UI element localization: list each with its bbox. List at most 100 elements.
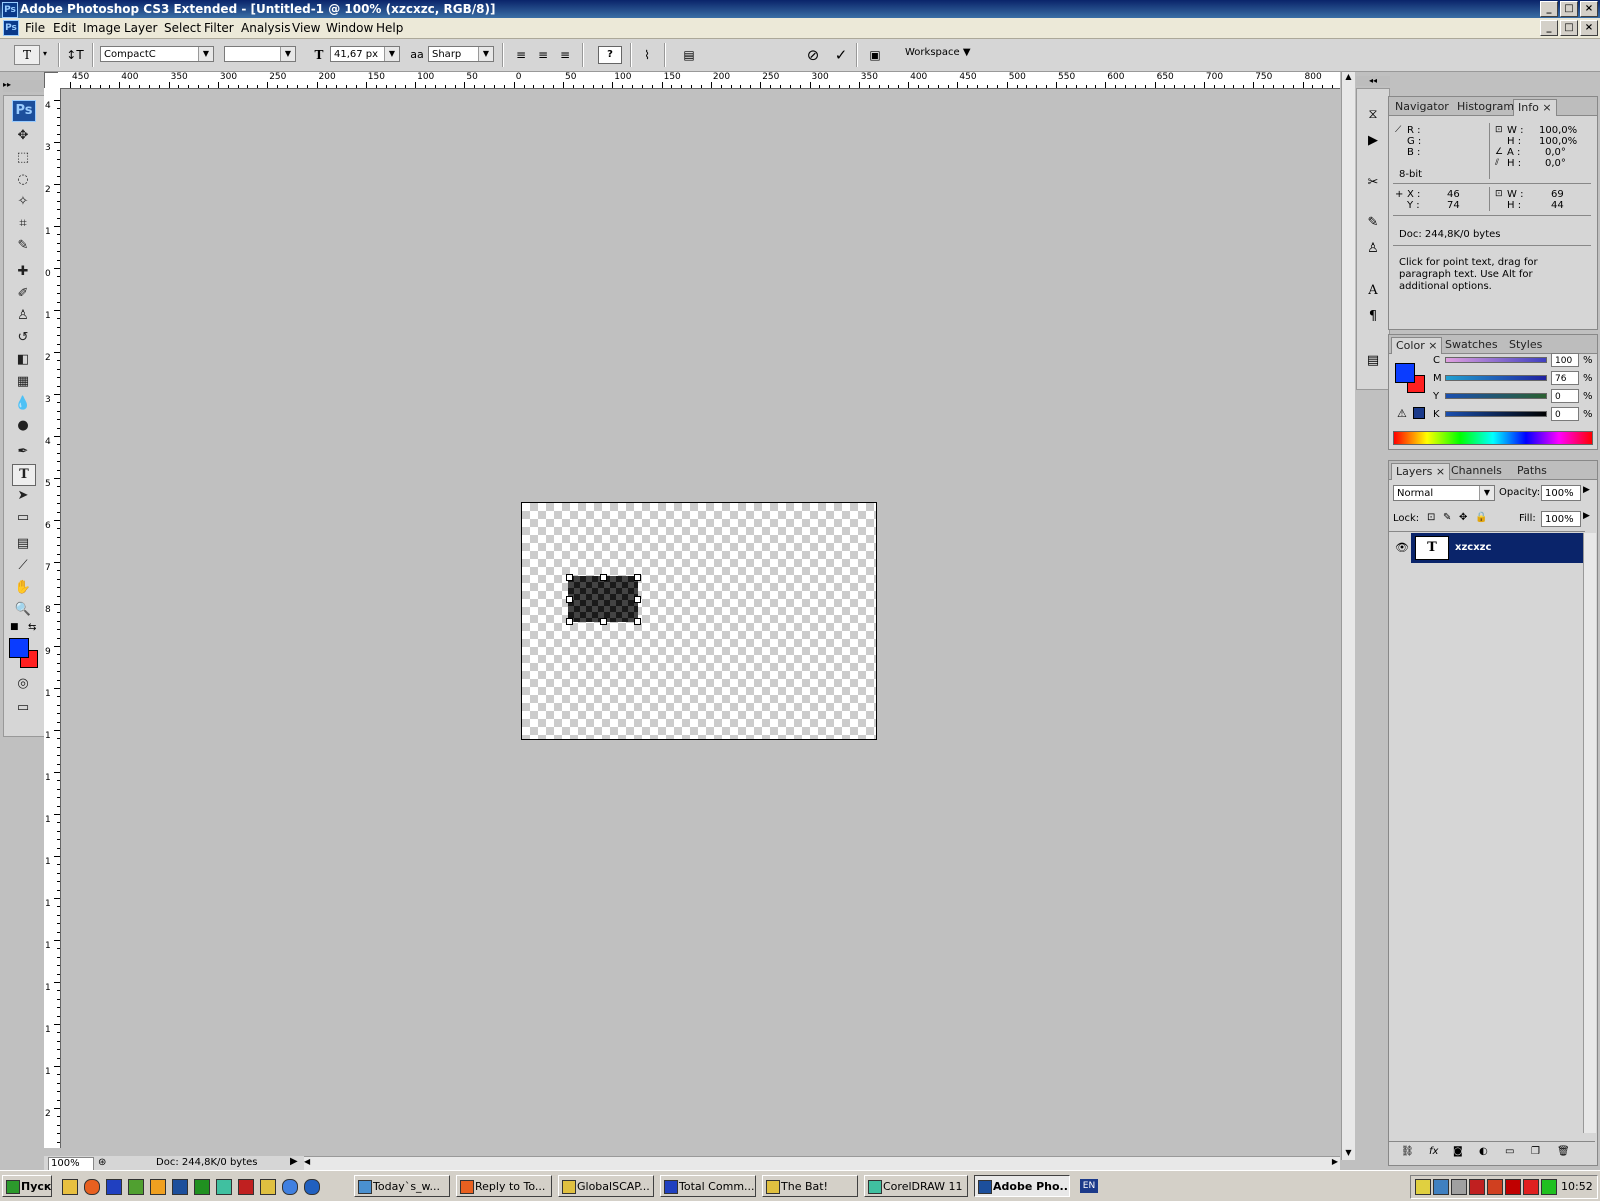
type-tool-icon[interactable]: T	[12, 464, 36, 486]
gamut-color-swatch[interactable]	[1413, 407, 1425, 419]
tray-icon[interactable]	[1469, 1179, 1485, 1195]
brushes-panel-icon[interactable]: ✎	[1363, 213, 1383, 233]
channel-y-value[interactable]: 0	[1551, 389, 1579, 403]
ie-icon[interactable]	[282, 1179, 298, 1195]
tab-color[interactable]: Color ×	[1391, 337, 1443, 354]
layer-name[interactable]: xzcxzc	[1455, 542, 1491, 553]
foreground-color-swatch[interactable]	[9, 638, 29, 658]
tray-icon[interactable]	[1451, 1179, 1467, 1195]
crop-tool-icon[interactable]: ⌗	[12, 214, 34, 234]
align-right-icon[interactable]: ≡	[556, 46, 574, 64]
healing-brush-icon[interactable]: ✚	[12, 262, 34, 282]
transform-handle[interactable]	[566, 618, 573, 625]
text-orientation-icon[interactable]: ↕T	[66, 46, 84, 64]
tab-paths[interactable]: Paths	[1513, 463, 1551, 479]
screen-mode-icon[interactable]: ▭	[12, 698, 34, 718]
save-icon[interactable]	[106, 1179, 122, 1195]
lock-position-icon[interactable]: ✥	[1459, 512, 1467, 523]
stamp-tool-icon[interactable]: ♙	[12, 306, 34, 326]
media-icon[interactable]	[304, 1179, 320, 1195]
color-fg-swatch[interactable]	[1395, 363, 1415, 383]
channel-m-value[interactable]: 76	[1551, 371, 1579, 385]
dodge-tool-icon[interactable]: ●	[12, 416, 34, 436]
eye-icon[interactable]: 👁	[1395, 541, 1409, 554]
horizontal-scrollbar[interactable]: ◀ ▶	[302, 1156, 1340, 1170]
layer-thumbnail[interactable]: T	[1415, 536, 1449, 560]
transform-handle[interactable]	[566, 596, 573, 603]
channel-k-slider[interactable]	[1445, 411, 1547, 417]
tab-channels[interactable]: Channels	[1447, 463, 1506, 479]
lock-all-icon[interactable]: 🔒	[1475, 512, 1487, 523]
link-layers-icon[interactable]: ⛓	[1401, 1146, 1414, 1157]
menu-edit[interactable]: Edit	[53, 21, 76, 35]
taskbar-item[interactable]: Today`s_w...	[354, 1175, 450, 1197]
status-icon[interactable]: ⊛	[98, 1157, 106, 1168]
doc-restore-button[interactable]: □	[1560, 20, 1578, 36]
gradient-tool-icon[interactable]: ▦	[12, 372, 34, 392]
transform-handle[interactable]	[600, 574, 607, 581]
transform-handle[interactable]	[600, 618, 607, 625]
tray-icon[interactable]	[1523, 1179, 1539, 1195]
firefox-icon[interactable]	[84, 1179, 100, 1195]
font-style-select[interactable]: ▼	[224, 46, 296, 62]
opacity-arrow-icon[interactable]: ▶	[1583, 485, 1590, 495]
adjustment-layer-icon[interactable]: ◐	[1479, 1146, 1488, 1157]
document-icon[interactable]: Ps	[3, 20, 19, 36]
doc-minimize-button[interactable]: _	[1540, 20, 1558, 36]
minimize-button[interactable]: _	[1540, 1, 1558, 17]
tab-info[interactable]: Info ×	[1513, 99, 1557, 116]
ati-icon[interactable]	[1505, 1179, 1521, 1195]
taskbar-item[interactable]: GlobalSCAP...	[558, 1175, 654, 1197]
gamut-warning-icon[interactable]: ⚠	[1397, 407, 1407, 420]
blur-tool-icon[interactable]: 💧	[12, 394, 34, 414]
layers-scrollbar[interactable]	[1583, 533, 1596, 1133]
brush-tool-icon[interactable]: ✐	[12, 284, 34, 304]
layer-style-icon[interactable]: fx	[1429, 1146, 1438, 1157]
notes-tool-icon[interactable]: ▤	[12, 534, 34, 554]
start-button[interactable]: Пуск	[2, 1175, 52, 1197]
app-icon[interactable]	[194, 1179, 210, 1195]
layer-row[interactable]: 👁 T xzcxzc	[1389, 533, 1583, 563]
language-indicator[interactable]: EN	[1080, 1179, 1098, 1193]
taskbar-item[interactable]: Total Comm...	[660, 1175, 756, 1197]
cancel-icon[interactable]: ⊘	[804, 46, 822, 64]
warp-text-icon[interactable]: ⌇	[638, 46, 656, 64]
transform-handle[interactable]	[634, 596, 641, 603]
new-layer-icon[interactable]: ❐	[1531, 1146, 1540, 1157]
menu-help[interactable]: Help	[376, 21, 403, 35]
scroll-up-icon[interactable]: ▲	[1342, 72, 1355, 84]
fill-field[interactable]: 100%	[1541, 511, 1581, 527]
menu-image[interactable]: Image	[83, 21, 121, 35]
close-button[interactable]: ×	[1580, 1, 1598, 17]
actions-panel-icon[interactable]: ▶	[1363, 131, 1383, 151]
history-panel-icon[interactable]: ⧖	[1363, 105, 1383, 125]
slice-tool-icon[interactable]: ✎	[12, 236, 34, 256]
app-icon[interactable]	[150, 1179, 166, 1195]
zoom-field[interactable]: 100%	[48, 1157, 94, 1171]
tab-styles[interactable]: Styles	[1505, 337, 1546, 353]
taskbar-item[interactable]: Reply to To...	[456, 1175, 552, 1197]
photoshop-logo-icon[interactable]: Ps	[12, 100, 36, 122]
app-icon[interactable]	[128, 1179, 144, 1195]
menu-view[interactable]: View	[292, 21, 320, 35]
taskbar-item[interactable]: The Bat!	[762, 1175, 858, 1197]
opacity-field[interactable]: 100%	[1541, 485, 1581, 501]
swap-colors-icon[interactable]: ⇆	[28, 622, 36, 633]
toolbox-header[interactable]: ▸▸	[3, 80, 45, 92]
lock-transparency-icon[interactable]: ⊡	[1427, 512, 1435, 523]
channel-k-value[interactable]: 0	[1551, 407, 1579, 421]
zoom-tool-icon[interactable]: 🔍	[12, 600, 34, 620]
tab-swatches[interactable]: Swatches	[1441, 337, 1502, 353]
align-left-icon[interactable]: ≡	[512, 46, 530, 64]
tray-icon[interactable]	[1433, 1179, 1449, 1195]
taskbar-item[interactable]: CorelDRAW 11	[864, 1175, 968, 1197]
channel-c-value[interactable]: 100	[1551, 353, 1579, 367]
lasso-tool-icon[interactable]: ◌	[12, 170, 34, 190]
tab-layers[interactable]: Layers ×	[1391, 463, 1451, 480]
menu-select[interactable]: Select	[164, 21, 201, 35]
text-color-swatch[interactable]: ?	[598, 46, 622, 64]
dock-header[interactable]: ◂◂	[1356, 76, 1390, 86]
scroll-down-icon[interactable]: ▼	[1342, 1148, 1355, 1160]
transform-handle[interactable]	[566, 574, 573, 581]
menu-layer[interactable]: Layer	[124, 21, 157, 35]
